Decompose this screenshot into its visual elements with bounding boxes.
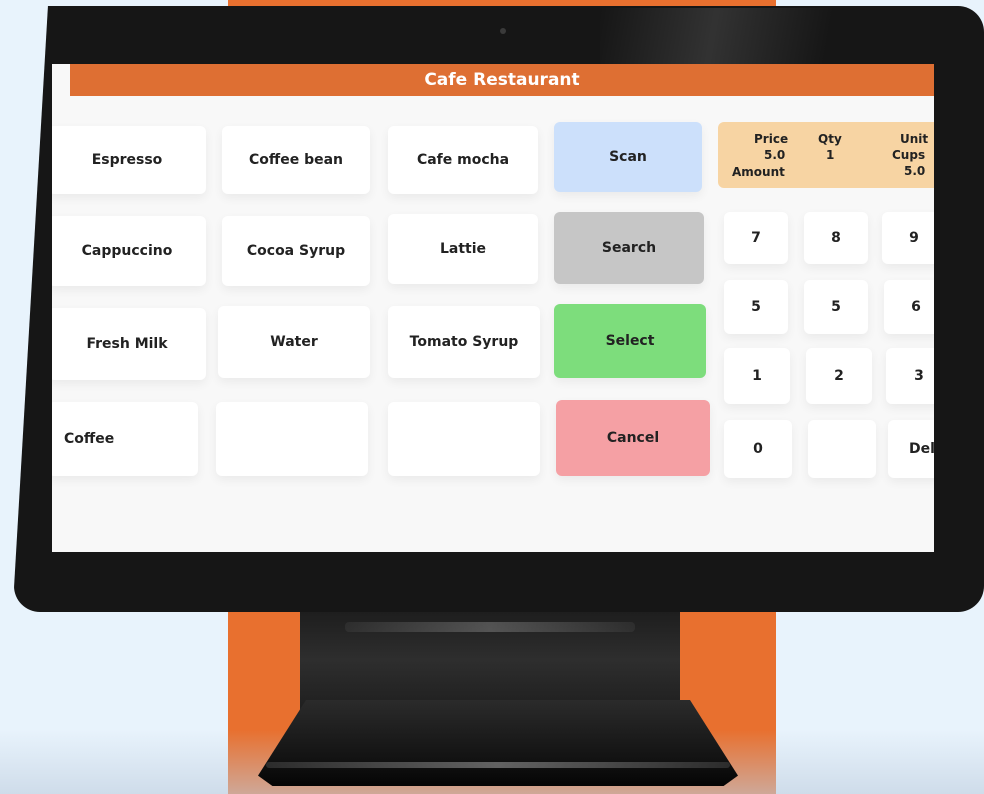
product-tile-coffee[interactable]: Coffee: [52, 402, 198, 476]
price-label: Price: [754, 132, 789, 146]
key-label: 5: [831, 299, 841, 315]
keypad-key-5[interactable]: 5: [804, 280, 868, 334]
price-value: 5.0: [764, 148, 786, 162]
product-tile-espresso[interactable]: Espresso: [52, 126, 206, 194]
search-label: Search: [601, 240, 657, 256]
amount-label: Amount: [732, 165, 785, 179]
keypad-key-blank[interactable]: [808, 420, 876, 478]
keypad-key-9[interactable]: 9: [882, 212, 934, 264]
keypad-key-8[interactable]: 8: [804, 212, 868, 264]
key-label: 1: [752, 368, 762, 384]
key-label: 0: [753, 441, 763, 457]
product-label: Tomato Syrup: [409, 334, 519, 350]
keypad-key-0[interactable]: 0: [724, 420, 792, 478]
select-button[interactable]: Select: [554, 304, 706, 378]
keypad-delete-button[interactable]: Del: [888, 420, 934, 478]
key-label: 3: [914, 368, 924, 384]
scan-button[interactable]: Scan: [554, 122, 702, 192]
scan-label: Scan: [609, 149, 647, 165]
keypad-key-7[interactable]: 7: [724, 212, 788, 264]
key-label: 5: [751, 299, 761, 315]
stand-base-edge: [266, 762, 730, 768]
key-label: 2: [834, 368, 844, 384]
product-tile-cappuccino[interactable]: Cappuccino: [52, 216, 206, 286]
key-label: Del: [909, 441, 934, 457]
product-label: Espresso: [91, 152, 163, 168]
product-label: Coffee: [64, 431, 115, 447]
product-tile-lattie[interactable]: Lattie: [388, 214, 538, 284]
keypad-key-3[interactable]: 3: [886, 348, 934, 404]
product-tile-empty[interactable]: [216, 402, 368, 476]
key-label: 9: [909, 230, 919, 246]
product-label: Cocoa Syrup: [246, 243, 346, 259]
unit-value: 5.0: [904, 164, 926, 178]
keypad-key-1[interactable]: 1: [724, 348, 790, 404]
key-label: 8: [831, 230, 841, 246]
search-button[interactable]: Search: [554, 212, 704, 284]
key-label: 7: [751, 230, 761, 246]
cancel-button[interactable]: Cancel: [556, 400, 710, 476]
product-label: Fresh Milk: [86, 336, 168, 352]
camera-icon: [500, 28, 506, 34]
monitor-stand-base: [258, 700, 738, 786]
qty-label: Qty: [818, 132, 842, 146]
stand-highlight: [345, 622, 635, 632]
unit-label: Unit: [900, 132, 929, 146]
product-tile-cafe-mocha[interactable]: Cafe mocha: [388, 126, 538, 194]
product-label: Cappuccino: [81, 243, 173, 259]
key-label: 6: [911, 299, 921, 315]
product-tile-tomato-syrup[interactable]: Tomato Syrup: [388, 306, 540, 378]
product-label: Coffee bean: [248, 152, 344, 168]
keypad-key-5[interactable]: 5: [724, 280, 788, 334]
unit-type: Cups: [892, 148, 926, 162]
product-label: Water: [270, 334, 318, 350]
keypad-key-2[interactable]: 2: [806, 348, 872, 404]
product-label: Cafe mocha: [416, 152, 510, 168]
keypad-key-6[interactable]: 6: [884, 280, 934, 334]
product-tile-cocoa-syrup[interactable]: Cocoa Syrup: [222, 216, 370, 286]
app-title: Cafe Restaurant: [424, 70, 580, 90]
cancel-label: Cancel: [606, 430, 660, 446]
product-tile-fresh-milk[interactable]: Fresh Milk: [52, 308, 206, 380]
select-label: Select: [605, 333, 655, 349]
product-label: Lattie: [439, 241, 487, 257]
order-summary-panel: Price 5.0 Amount Qty 1 Unit Cups 5.0: [718, 122, 934, 188]
bezel-reflection: [600, 8, 980, 70]
product-tile-water[interactable]: Water: [218, 306, 370, 378]
qty-value: 1: [826, 148, 835, 162]
app-title-bar: Cafe Restaurant: [70, 64, 934, 96]
product-tile-empty[interactable]: [388, 402, 540, 476]
product-tile-coffee-bean[interactable]: Coffee bean: [222, 126, 370, 194]
pos-screen: Cafe Restaurant Espresso Coffee bean Caf…: [52, 64, 934, 552]
